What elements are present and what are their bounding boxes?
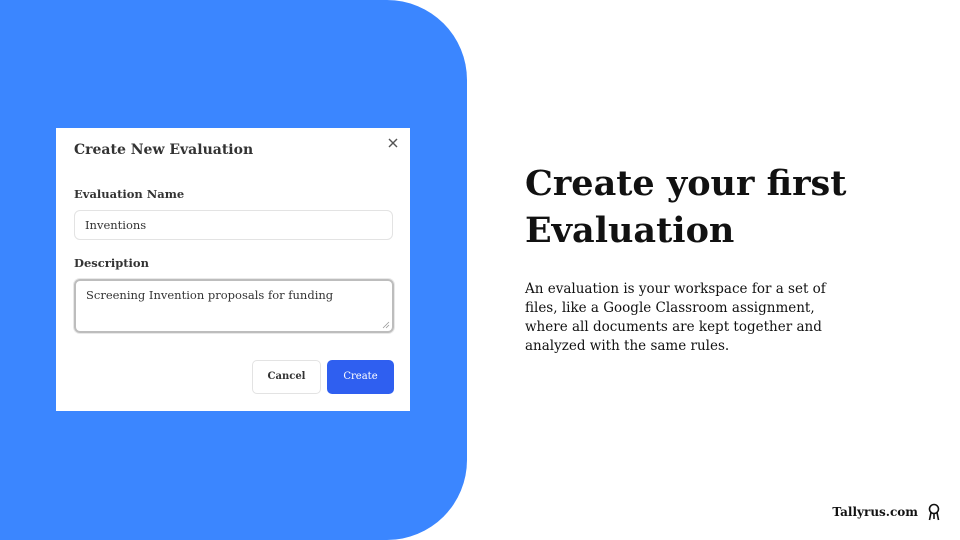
resize-grip-icon[interactable] — [382, 321, 390, 329]
dialog-title: Create New Evaluation — [74, 142, 254, 158]
brand-name: Tallyrus.com — [832, 505, 918, 519]
cancel-button[interactable]: Cancel — [252, 360, 321, 394]
description-label: Description — [74, 256, 149, 270]
tallyrus-logo-icon — [928, 503, 940, 521]
create-evaluation-dialog: Create New Evaluation Evaluation Name In… — [56, 128, 410, 411]
create-button[interactable]: Create — [327, 360, 394, 394]
close-icon[interactable] — [386, 136, 400, 150]
description-textarea[interactable]: Screening Invention proposals for fundin… — [74, 279, 394, 333]
evaluation-name-input[interactable]: Inventions — [74, 210, 393, 240]
brand-footer: Tallyrus.com — [832, 503, 942, 521]
evaluation-name-label: Evaluation Name — [74, 187, 185, 201]
description-text: Screening Invention proposals for fundin… — [86, 288, 334, 302]
page-description: An evaluation is your workspace for a se… — [525, 281, 826, 354]
page-headline: Create your first Evaluation — [525, 163, 847, 251]
